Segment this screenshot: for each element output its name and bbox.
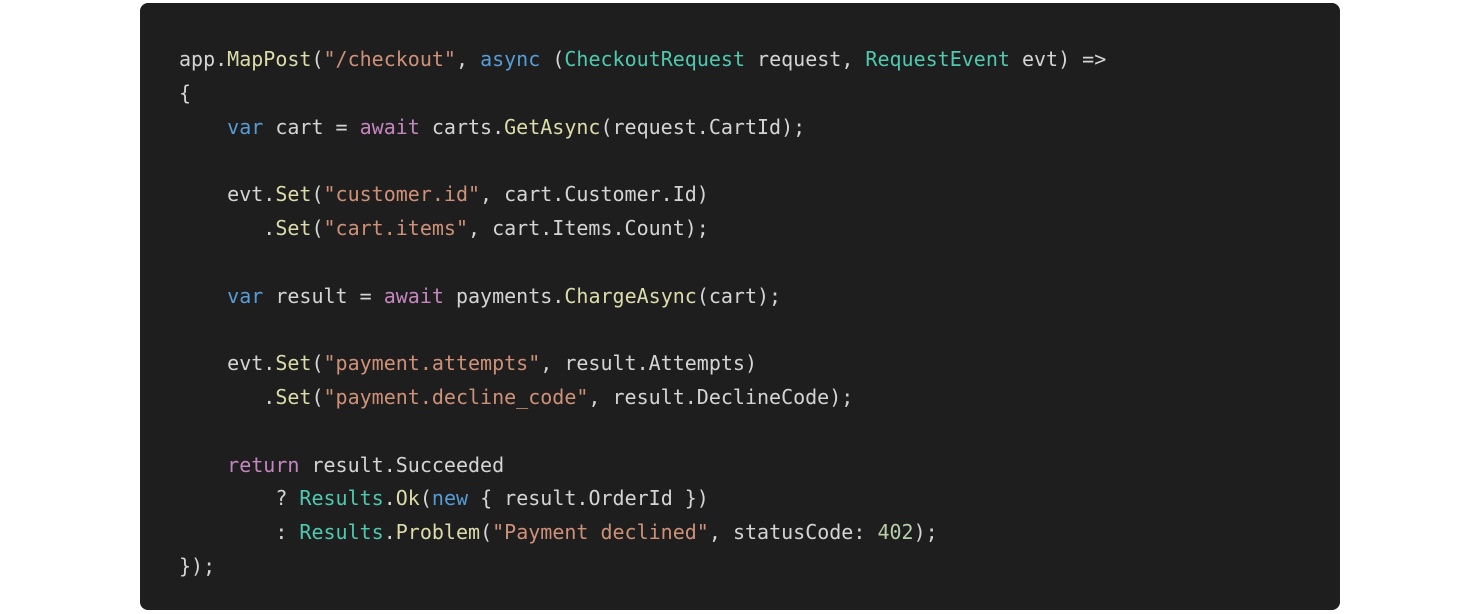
code-token-plain: payments. bbox=[443, 283, 565, 308]
code-token-plain: : bbox=[179, 520, 300, 545]
code-token-type: CheckoutRequest bbox=[564, 47, 745, 71]
code-token-plain: cart = bbox=[263, 114, 360, 139]
code-token-plain: , result.DeclineCode); bbox=[588, 384, 854, 409]
code-token-plain: , statusCode: bbox=[708, 520, 878, 545]
code-token-string: "cart.items" bbox=[323, 215, 469, 240]
code-token-plain: { result.OrderId }) bbox=[468, 486, 709, 511]
code-token-method: Ok bbox=[395, 486, 420, 511]
code-token-plain: ( bbox=[419, 486, 432, 511]
code-token-plain: result.Succeeded bbox=[299, 452, 505, 477]
code-token-plain: result = bbox=[263, 283, 384, 308]
code-token-plain: request, bbox=[745, 47, 866, 71]
code-token-method: Set bbox=[275, 182, 312, 207]
code-token-method: GetAsync bbox=[504, 114, 601, 139]
code-token-control: await bbox=[359, 114, 420, 139]
code-token-keyword: var bbox=[227, 114, 264, 139]
code-token-type: Results bbox=[299, 520, 384, 545]
code-token-type: Results bbox=[299, 486, 384, 511]
code-token-keyword: async bbox=[480, 47, 541, 71]
code-token-plain: ( bbox=[540, 47, 565, 71]
code-token-control: await bbox=[383, 283, 444, 308]
code-token-plain: , bbox=[455, 47, 481, 71]
code-token-plain: ( bbox=[480, 520, 493, 545]
code-token-plain: }); bbox=[179, 553, 216, 578]
code-token-plain: . bbox=[383, 520, 396, 545]
code-content[interactable]: app.MapPost("/checkout", async (Checkout… bbox=[179, 43, 1340, 584]
code-token-type: RequestEvent bbox=[865, 47, 1010, 71]
code-token-plain: ); bbox=[913, 520, 938, 545]
code-line: { bbox=[179, 77, 1340, 111]
code-line: .Set("cart.items", cart.Items.Count); bbox=[179, 212, 1340, 246]
code-token-string: "payment.attempts" bbox=[323, 351, 541, 376]
code-token-plain: ( bbox=[311, 384, 324, 409]
code-token-method: Problem bbox=[395, 520, 481, 545]
code-token-plain: app. bbox=[179, 47, 228, 71]
code-token-method: ChargeAsync bbox=[564, 283, 697, 308]
code-token-control: return bbox=[227, 452, 300, 477]
code-token-plain: evt. bbox=[179, 351, 276, 376]
code-token-plain: ( bbox=[311, 47, 324, 71]
code-token-plain: (cart); bbox=[696, 283, 782, 308]
code-token-plain: . bbox=[383, 486, 396, 511]
code-token-method: Set bbox=[275, 384, 312, 409]
code-line: }); bbox=[179, 550, 1340, 584]
code-token-method: Set bbox=[275, 351, 312, 376]
code-token-plain: . bbox=[179, 215, 276, 240]
code-token-plain: ? bbox=[179, 486, 300, 511]
code-token-number: 402 bbox=[877, 520, 914, 545]
code-token-method: MapPost bbox=[227, 47, 312, 71]
code-token-string: "customer.id" bbox=[323, 182, 481, 207]
code-token-plain: ( bbox=[311, 351, 324, 376]
code-line: app.MapPost("/checkout", async (Checkout… bbox=[179, 43, 1340, 77]
code-line: return result.Succeeded bbox=[179, 449, 1340, 483]
code-token-keyword: var bbox=[227, 283, 264, 308]
code-block: app.MapPost("/checkout", async (Checkout… bbox=[140, 3, 1340, 610]
code-token-plain: carts. bbox=[419, 114, 505, 139]
code-token-plain: ( bbox=[311, 182, 324, 207]
code-token-plain: , cart.Items.Count); bbox=[468, 215, 709, 240]
code-token-string: "/checkout" bbox=[323, 47, 456, 71]
code-token-plain: evt. bbox=[179, 182, 276, 207]
code-token-plain: (request.CartId); bbox=[600, 114, 806, 139]
code-token-plain: , cart.Customer.Id) bbox=[480, 182, 709, 207]
code-token-plain: { bbox=[179, 80, 192, 105]
code-token-keyword: new bbox=[431, 486, 469, 511]
code-token-plain: ( bbox=[311, 215, 324, 240]
code-token-string: "payment.decline_code" bbox=[323, 384, 589, 409]
code-line: ? Results.Ok(new { result.OrderId }) bbox=[179, 482, 1340, 516]
code-token-method: Set bbox=[275, 215, 312, 240]
code-token-plain: . bbox=[179, 384, 276, 409]
code-token-string: "Payment declined" bbox=[492, 520, 709, 545]
code-line: .Set("payment.decline_code", result.Decl… bbox=[179, 381, 1340, 415]
code-line: var result = await payments.ChargeAsync(… bbox=[179, 280, 1340, 314]
code-line: evt.Set("payment.attempts", result.Attem… bbox=[179, 347, 1340, 381]
code-line: evt.Set("customer.id", cart.Customer.Id) bbox=[179, 178, 1340, 212]
code-line: : Results.Problem("Payment declined", st… bbox=[179, 516, 1340, 550]
code-line: var cart = await carts.GetAsync(request.… bbox=[179, 111, 1340, 145]
code-token-plain: , result.Attempts) bbox=[540, 351, 757, 376]
code-token-plain: evt) => bbox=[1009, 47, 1107, 71]
